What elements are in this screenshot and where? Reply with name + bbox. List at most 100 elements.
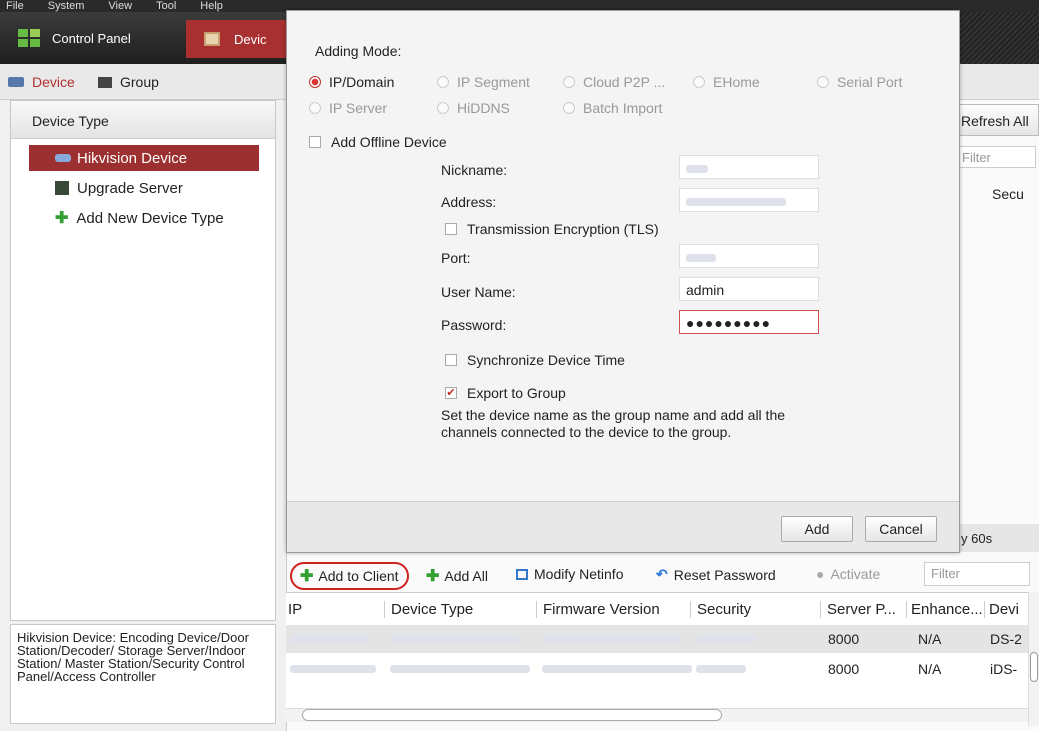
modify-netinfo-label: Modify Netinfo xyxy=(534,566,624,582)
device-type-description: Hikvision Device: Encoding Device/Door S… xyxy=(10,624,276,724)
server-icon xyxy=(55,181,69,195)
device-cell: DS-2 xyxy=(990,631,1022,647)
add-offline-checkbox[interactable]: Add Offline Device xyxy=(309,134,447,150)
blurred-cell xyxy=(390,635,520,643)
col-firmware[interactable]: Firmware Version xyxy=(536,601,660,618)
tab-control-panel[interactable]: Control Panel xyxy=(18,22,131,54)
device-icon xyxy=(8,77,24,87)
server-port-cell: 8000 xyxy=(828,631,860,647)
modify-netinfo-button[interactable]: Modify Netinfo xyxy=(516,566,623,582)
mode-ip-server[interactable]: IP Server xyxy=(309,100,387,116)
device-type-label: Add New Device Type xyxy=(76,209,224,227)
nickname-label: Nickname: xyxy=(441,162,508,178)
menu-help[interactable]: Help xyxy=(200,1,223,12)
mode-serial-port[interactable]: Serial Port xyxy=(817,74,902,90)
mode-ip-domain[interactable]: IP/Domain xyxy=(309,74,394,90)
blurred-cell xyxy=(542,665,692,673)
add-to-client-label: Add to Client xyxy=(318,568,399,584)
vertical-scroll-thumb[interactable] xyxy=(1030,652,1038,682)
tab-control-panel-label: Control Panel xyxy=(52,30,131,46)
blurred-cell xyxy=(390,665,530,673)
col-device-type[interactable]: Device Type xyxy=(384,601,473,618)
cancel-button[interactable]: Cancel xyxy=(865,516,937,542)
tab-group-text: Group xyxy=(120,74,159,90)
horizontal-scroll-thumb[interactable] xyxy=(302,709,722,721)
enhanced-cell: N/A xyxy=(918,661,942,677)
folder-icon xyxy=(98,76,112,88)
col-server-port[interactable]: Server P... xyxy=(820,601,896,618)
blurred-cell xyxy=(290,665,376,673)
plus-icon: ✚ xyxy=(300,568,314,585)
device-type-label: Upgrade Server xyxy=(77,179,183,197)
tab-device-text: Device xyxy=(32,74,75,90)
reset-password-label: Reset Password xyxy=(673,566,776,583)
refresh-interval-label: y 60s xyxy=(955,524,1039,552)
online-device-toolbar: ✚ Add to Client ✚ Add All Modify Netinfo… xyxy=(286,562,1039,590)
adding-mode-label: Adding Mode: xyxy=(315,43,402,59)
blurred-cell xyxy=(290,635,370,643)
mode-batch-import[interactable]: Batch Import xyxy=(563,100,662,116)
col-device[interactable]: Devi xyxy=(984,601,1019,618)
blurred-cell xyxy=(696,635,756,643)
mode-ip-segment[interactable]: IP Segment xyxy=(437,74,530,90)
device-management-icon xyxy=(204,32,220,46)
activate-button[interactable]: ● Activate xyxy=(816,566,880,582)
menu-view[interactable]: View xyxy=(108,1,132,12)
table-row[interactable]: 8000 N/A iDS- xyxy=(286,655,1028,683)
add-all-button[interactable]: ✚ Add All xyxy=(426,566,488,586)
tls-checkbox[interactable]: Transmission Encryption (TLS) xyxy=(445,221,659,237)
menu-file[interactable]: File xyxy=(6,1,24,12)
enhanced-cell: N/A xyxy=(918,631,942,647)
title-pattern xyxy=(960,12,1039,64)
export-note: Set the device name as the group name an… xyxy=(441,407,786,440)
add-new-device-type[interactable]: ✚ Add New Device Type xyxy=(29,205,259,231)
mode-hiddns[interactable]: HiDDNS xyxy=(437,100,510,116)
username-label: User Name: xyxy=(441,284,516,300)
nickname-field[interactable] xyxy=(679,155,819,179)
device-type-upgrade-server[interactable]: Upgrade Server xyxy=(29,175,259,201)
export-group-checkbox[interactable]: ✔ Export to Group xyxy=(445,385,566,401)
device-type-label: Hikvision Device xyxy=(77,149,188,167)
plus-icon: ✚ xyxy=(426,568,440,585)
online-device-table: IP Device Type Firmware Version Security… xyxy=(286,592,1039,722)
add-button[interactable]: Add xyxy=(781,516,853,542)
reset-password-button[interactable]: ↶ Reset Password xyxy=(656,566,776,583)
server-port-cell: 8000 xyxy=(828,661,860,677)
device-filter-input[interactable]: Filter xyxy=(958,146,1036,168)
checkmark-icon: ✔ xyxy=(445,387,457,399)
password-field[interactable]: ●●●●●●●●● xyxy=(679,310,819,334)
username-field[interactable]: admin xyxy=(679,277,819,301)
port-label: Port: xyxy=(441,250,471,266)
refresh-all-button[interactable]: Refresh All xyxy=(958,104,1039,136)
security-column-header: Secu xyxy=(992,186,1024,202)
add-device-dialog: Adding Mode: IP/Domain IP Segment Cloud … xyxy=(286,10,960,553)
col-security[interactable]: Security xyxy=(690,601,751,618)
device-type-header: Device Type xyxy=(11,101,275,139)
address-label: Address: xyxy=(441,194,497,210)
menu-system[interactable]: System xyxy=(48,1,85,12)
tab-device-label: Devic xyxy=(234,31,267,47)
tab-device[interactable]: Device xyxy=(8,74,75,90)
port-field[interactable] xyxy=(679,244,819,268)
address-field[interactable] xyxy=(679,188,819,212)
table-row[interactable]: 8000 N/A DS-2 xyxy=(286,625,1028,653)
activate-label: Activate xyxy=(830,566,881,582)
sync-time-checkbox[interactable]: Synchronize Device Time xyxy=(445,352,625,368)
device-type-hikvision[interactable]: Hikvision Device xyxy=(29,145,259,171)
edit-icon xyxy=(516,568,528,580)
filter-input[interactable]: Filter xyxy=(924,562,1030,586)
device-cell: iDS- xyxy=(990,661,1018,677)
undo-icon: ↶ xyxy=(656,566,668,582)
add-to-client-button[interactable]: ✚ Add to Client xyxy=(290,562,409,590)
plus-icon: ✚ xyxy=(55,210,69,227)
tab-group[interactable]: Group xyxy=(98,74,159,90)
dialog-footer: Add Cancel xyxy=(287,501,959,552)
device-type-panel: Device Type Hikvision Device Upgrade Ser… xyxy=(10,100,276,621)
mode-cloud-p2p[interactable]: Cloud P2P ... xyxy=(563,74,665,90)
menu-tool[interactable]: Tool xyxy=(156,1,176,12)
add-all-label: Add All xyxy=(444,568,488,584)
control-panel-icon xyxy=(18,29,40,47)
mode-ehome[interactable]: EHome xyxy=(693,74,760,90)
col-ip[interactable]: IP xyxy=(288,601,302,618)
col-enhanced[interactable]: Enhance... xyxy=(906,601,983,618)
